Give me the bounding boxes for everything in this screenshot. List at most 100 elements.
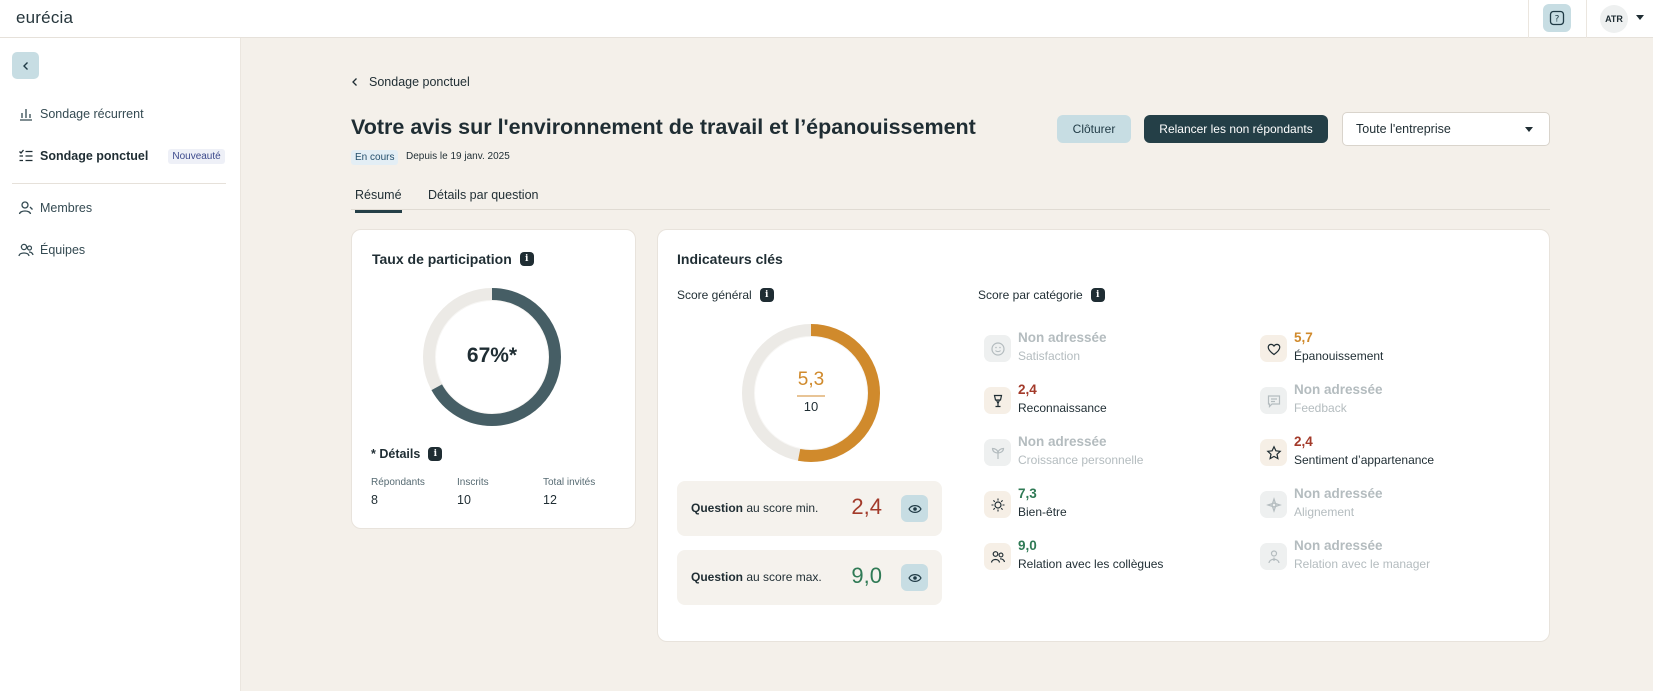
chevron-down-icon[interactable] — [1636, 15, 1644, 20]
category-alignement[interactable]: Non adressée Alignement — [1260, 486, 1520, 526]
info-icon[interactable]: i — [519, 252, 534, 266]
sidebar-item-membres[interactable]: Membres — [18, 197, 92, 219]
people-icon — [984, 543, 1011, 570]
scope-select[interactable]: Toute l'entreprise — [1342, 112, 1550, 146]
min-score-label: Question au score min. — [691, 501, 818, 515]
stat-value: 8 — [371, 493, 378, 507]
top-bar: eurécia ? ATR — [0, 0, 1653, 38]
question-word: Question — [691, 570, 744, 584]
category-name: Alignement — [1294, 505, 1355, 519]
help-icon: ? — [1549, 10, 1565, 26]
checklist-icon — [18, 148, 34, 164]
app-logo[interactable]: eurécia — [16, 8, 73, 28]
since-date: Depuis le 19 janv. 2025 — [406, 151, 510, 162]
question-word: Question — [691, 501, 744, 515]
stat-value: 12 — [543, 493, 557, 507]
category-relation-manager[interactable]: Non adressée Relation avec le manager — [1260, 538, 1520, 578]
tab-details-par-question[interactable]: Détails par question — [428, 188, 538, 210]
heart-icon — [1260, 335, 1287, 362]
sidebar-item-equipes[interactable]: Équipes — [18, 239, 85, 261]
participation-rate: 67%* — [466, 344, 518, 367]
divider — [1586, 0, 1587, 38]
view-max-question-button[interactable] — [901, 564, 928, 591]
breadcrumb[interactable]: Sondage ponctuel — [351, 75, 470, 89]
chevron-left-icon — [352, 78, 357, 86]
info-icon[interactable]: i — [428, 447, 443, 461]
chat-icon — [1260, 387, 1287, 414]
sidebar-item-label: Sondage ponctuel — [40, 149, 149, 163]
collapse-sidebar-button[interactable] — [12, 52, 39, 79]
details-label: * Détails — [371, 447, 421, 461]
close-survey-button[interactable]: Clôturer — [1057, 115, 1131, 143]
category-score: 5,7 — [1294, 330, 1313, 345]
category-bien-etre[interactable]: 7,3 Bien-être — [984, 486, 1244, 526]
chevron-down-icon — [1525, 127, 1533, 132]
divider — [1528, 0, 1529, 38]
max-score-question-card: Question au score max. 9,0 — [677, 550, 942, 605]
remind-non-respondents-button[interactable]: Relancer les non répondants — [1144, 115, 1328, 143]
info-icon[interactable]: i — [1090, 288, 1105, 302]
card-title: Indicateurs clés — [677, 251, 783, 267]
category-satisfaction[interactable]: Non adressée Satisfaction — [984, 330, 1244, 370]
sidebar-item-label: Équipes — [40, 243, 86, 257]
svg-text:?: ? — [1555, 15, 1560, 25]
category-epanouissement[interactable]: 5,7 Épanouissement — [1260, 330, 1520, 370]
category-croissance-personnelle[interactable]: Non adressée Croissance personnelle — [984, 434, 1244, 474]
tabs: Résumé Détails par question — [351, 184, 1550, 213]
tab-resume[interactable]: Résumé — [355, 188, 402, 213]
sun-icon — [984, 491, 1011, 518]
chevron-left-icon — [22, 61, 28, 70]
compass-icon — [1260, 491, 1287, 518]
info-icon[interactable]: i — [759, 288, 774, 302]
general-score-donut: 5,3 10 — [741, 323, 881, 463]
category-reconnaissance[interactable]: 2,4 Reconnaissance — [984, 382, 1244, 422]
users-icon — [18, 242, 34, 258]
user-icon — [18, 200, 34, 216]
max-score-label: Question au score max. — [691, 570, 822, 584]
category-score-label: Score par catégorie — [978, 288, 1083, 302]
category-score: 7,3 — [1018, 486, 1037, 501]
general-score-title: Score général i — [677, 288, 774, 302]
page-title: Votre avis sur l'environnement de travai… — [351, 115, 976, 139]
new-badge: Nouveauté — [168, 148, 225, 164]
category-name: Sentiment d’appartenance — [1294, 453, 1435, 467]
scope-select-value: Toute l'entreprise — [1356, 122, 1451, 136]
sidebar-item-sondage-ponctuel[interactable]: Sondage ponctuel Nouveauté — [18, 145, 225, 167]
category-score: Non adressée — [1018, 330, 1107, 345]
stat-label: Total invités — [543, 477, 596, 488]
category-relation-collegues[interactable]: 9,0 Relation avec les collègues — [984, 538, 1244, 578]
view-min-question-button[interactable] — [901, 495, 928, 522]
general-score-label: Score général — [677, 288, 752, 302]
category-score: Non adressée — [1294, 382, 1383, 397]
eye-icon — [907, 504, 922, 513]
category-sentiment-appartenance[interactable]: 2,4 Sentiment d’appartenance — [1260, 434, 1520, 474]
category-name: Épanouissement — [1294, 349, 1384, 363]
category-name: Reconnaissance — [1018, 401, 1107, 415]
category-score: 2,4 — [1018, 382, 1037, 397]
category-name: Feedback — [1294, 401, 1347, 415]
stat-label: Répondants — [371, 477, 425, 488]
category-feedback[interactable]: Non adressée Feedback — [1260, 382, 1520, 422]
divider — [12, 183, 226, 184]
category-score: 9,0 — [1018, 538, 1037, 553]
category-score: Non adressée — [1294, 486, 1383, 501]
general-score-max: 10 — [803, 399, 819, 414]
bar-chart-icon — [18, 106, 34, 122]
sidebar-item-sondage-recurrent[interactable]: Sondage récurrent — [18, 103, 144, 125]
sidebar: Sondage récurrent Sondage ponctuel Nouve… — [0, 38, 241, 691]
sidebar-item-label: Sondage récurrent — [40, 107, 144, 121]
avatar[interactable]: ATR — [1600, 5, 1628, 33]
smiley-icon — [984, 335, 1011, 362]
sidebar-item-label: Membres — [40, 201, 93, 215]
max-score-value: 9,0 — [851, 563, 882, 588]
breadcrumb-label: Sondage ponctuel — [369, 75, 470, 89]
category-name: Relation avec les collègues — [1018, 557, 1164, 571]
stat-label: Inscrits — [457, 477, 489, 488]
category-score-title: Score par catégorie i — [978, 288, 1105, 302]
min-score-text: au score min. — [743, 501, 819, 515]
general-score-value: 5,3 — [797, 369, 825, 390]
participation-card: Taux de participation i 67%* * Détails i… — [351, 229, 636, 529]
category-name: Bien-être — [1018, 505, 1067, 519]
help-button[interactable]: ? — [1543, 4, 1571, 32]
manager-icon — [1260, 543, 1287, 570]
